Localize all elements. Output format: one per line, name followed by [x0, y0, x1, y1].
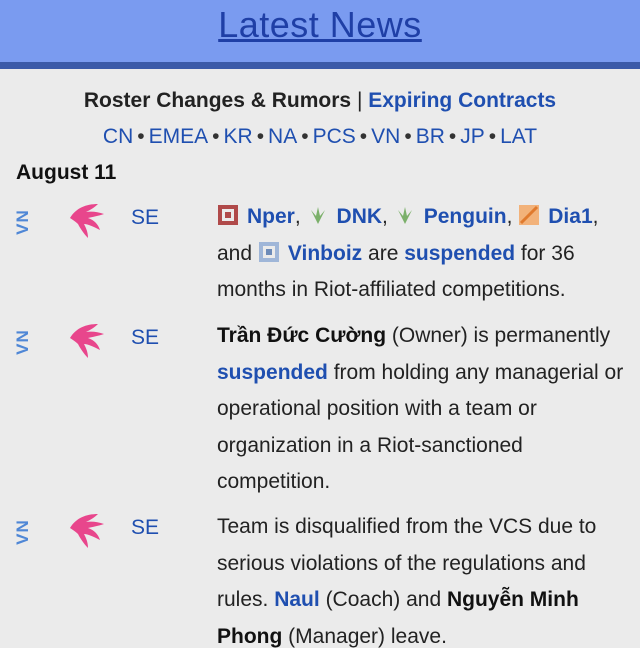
entry-description: Trần Đức Cường (Owner) is permanently su…: [217, 324, 624, 493]
region-links: CN • EMEA • KR • NA • PCS • VN • BR • JP • LAT: [0, 122, 640, 152]
roster-changes-label: Roster Changes & Rumors: [83, 89, 352, 112]
region-separator: •: [448, 125, 457, 148]
player-role-jungle-icon: [217, 202, 239, 225]
header-divider: [0, 62, 640, 69]
owner-name: Trần Đức Cường: [217, 324, 387, 347]
team-logo-icon[interactable]: [64, 510, 106, 550]
role-label: SE: [131, 516, 160, 539]
region-separator: •: [212, 125, 220, 148]
suspended-link[interactable]: suspended: [404, 242, 515, 265]
player-link-dnk[interactable]: DNK: [337, 205, 383, 228]
region-link-lat[interactable]: LAT: [500, 125, 537, 148]
region-link-jp[interactable]: JP: [460, 125, 485, 148]
region-separator: •: [301, 125, 309, 148]
player-link-vinboiz[interactable]: Vinboiz: [288, 242, 362, 265]
news-header: Latest News: [0, 0, 640, 62]
entry-description: Nper, DNK, Penguin, Dia1, and Vinboiz ar…: [217, 199, 632, 309]
region-link-br[interactable]: BR: [416, 125, 445, 148]
region-tag[interactable]: VN: [12, 322, 34, 362]
news-subnav: Roster Changes & Rumors | Expiring Contr…: [0, 86, 640, 116]
region-tag[interactable]: VN: [12, 202, 34, 242]
region-separator: •: [488, 125, 497, 148]
region-separator: •: [256, 125, 265, 148]
suspended-link[interactable]: suspended: [217, 361, 328, 384]
player-role-support-icon: [258, 239, 280, 262]
region-separator: •: [359, 125, 368, 148]
entry-description: Team is disqualified from the VCS due to…: [217, 515, 597, 648]
player-role-top-icon: [307, 202, 329, 224]
region-link-vn[interactable]: VN: [371, 125, 400, 148]
region-link-pcs[interactable]: PCS: [313, 125, 356, 148]
region-tag[interactable]: VN: [12, 512, 34, 552]
region-link-cn[interactable]: CN: [103, 125, 133, 148]
region-separator: •: [137, 125, 145, 148]
news-date: August 11: [16, 161, 117, 184]
player-link-nper[interactable]: Nper: [247, 205, 295, 228]
region-link-kr[interactable]: KR: [224, 125, 253, 148]
role-label: SE: [131, 206, 160, 229]
latest-news-link[interactable]: Latest News: [218, 4, 422, 46]
player-link-penguin[interactable]: Penguin: [424, 205, 507, 228]
player-link-dia1[interactable]: Dia1: [548, 205, 592, 228]
role-label: SE: [131, 326, 160, 349]
expiring-contracts-link[interactable]: Expiring Contracts: [368, 89, 556, 112]
team-logo-icon[interactable]: [64, 320, 106, 360]
region-link-na[interactable]: NA: [268, 125, 297, 148]
coach-link-naul[interactable]: Naul: [274, 588, 320, 611]
player-role-mid-icon: [518, 202, 540, 225]
subnav-separator: |: [356, 89, 363, 112]
team-logo-icon[interactable]: [64, 200, 106, 240]
region-link-emea[interactable]: EMEA: [149, 125, 209, 148]
player-role-top-icon: [394, 202, 416, 224]
region-separator: •: [404, 125, 412, 148]
